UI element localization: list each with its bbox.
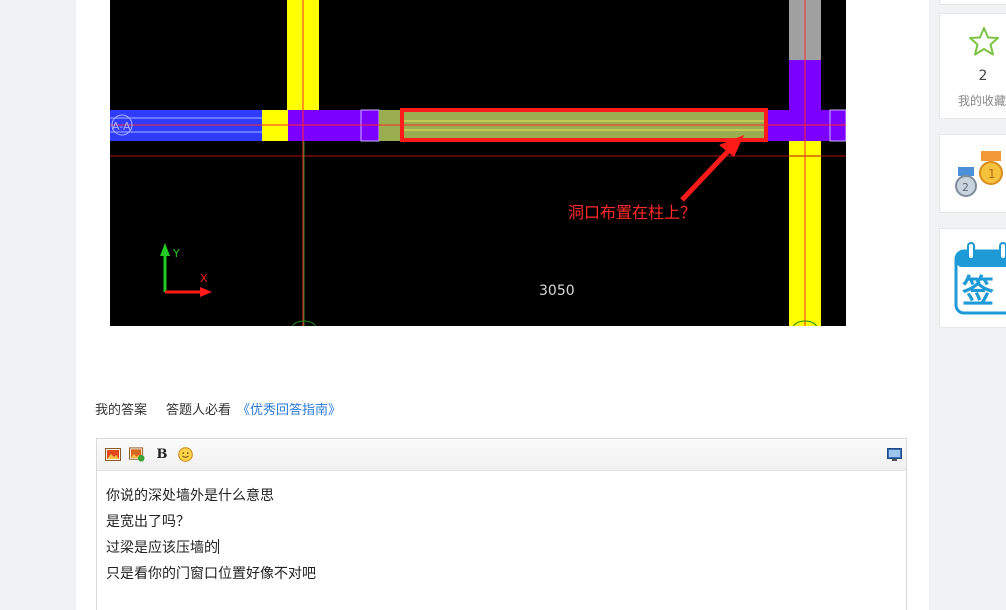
editor-line: 你说的深处墙外是什么意思 (106, 488, 274, 504)
image-icon[interactable] (105, 447, 121, 462)
sidebar-checkin-card[interactable]: 签 (939, 228, 1006, 328)
cad-grid-label: A-A (112, 120, 131, 133)
editor-line: 只是看你的门窗口位置好像不对吧 (106, 566, 316, 582)
cad-annotation-text: 洞口布置在柱上？ (568, 203, 696, 222)
svg-text:1: 1 (988, 167, 996, 181)
checkin-text: 签 (962, 272, 994, 310)
cad-axis-y: Y (172, 247, 180, 260)
svg-text:2: 2 (962, 181, 969, 194)
calendar-icon: 签 (954, 242, 1006, 315)
medal-icon: 1 2 (955, 151, 1003, 197)
answer-editor: B 你说的深处墙外是什么意思 是宽出了吗？ 过梁是应该压墙的 只是看你的门窗口位… (96, 438, 907, 610)
must-read-label: 答题人必看 (166, 402, 232, 418)
text-caret (218, 539, 219, 554)
editor-content[interactable]: 你说的深处墙外是什么意思 是宽出了吗？ 过梁是应该压墙的 只是看你的门窗口位置好… (97, 471, 906, 587)
cad-axis-x: X (200, 272, 208, 285)
editor-line: 是宽出了吗？ (106, 514, 190, 530)
sidebar-favorites-card[interactable]: 2 我的收藏 (939, 13, 1006, 119)
editor-toolbar: B (97, 439, 906, 471)
editor-line: 过梁是应该压墙的 (106, 540, 218, 556)
sidebar-card-top (939, 0, 1006, 5)
cad-annotation-arrow (680, 144, 735, 202)
emoji-icon[interactable] (177, 447, 193, 462)
sidebar-badges-card[interactable]: 1 2 (939, 134, 1006, 213)
answer-bar: 我的答案 答题人必看 《优秀回答指南》 (95, 398, 341, 418)
image-add-icon[interactable] (129, 447, 145, 462)
star-icon (969, 27, 999, 56)
answer-guide-link[interactable]: 《优秀回答指南》 (237, 399, 341, 418)
question-cad-image: 洞口布置在柱上？ A-A 3050 Y X (108, 0, 846, 326)
monitor-icon[interactable] (886, 447, 902, 462)
my-answer-label: 我的答案 (95, 402, 148, 418)
favorites-label: 我的收藏 (958, 94, 1006, 108)
cad-drawing: 洞口布置在柱上？ A-A 3050 Y X (108, 0, 846, 326)
favorites-count: 2 (978, 68, 988, 84)
cad-dimension-text: 3050 (539, 283, 575, 299)
bold-button[interactable]: B (154, 447, 170, 462)
